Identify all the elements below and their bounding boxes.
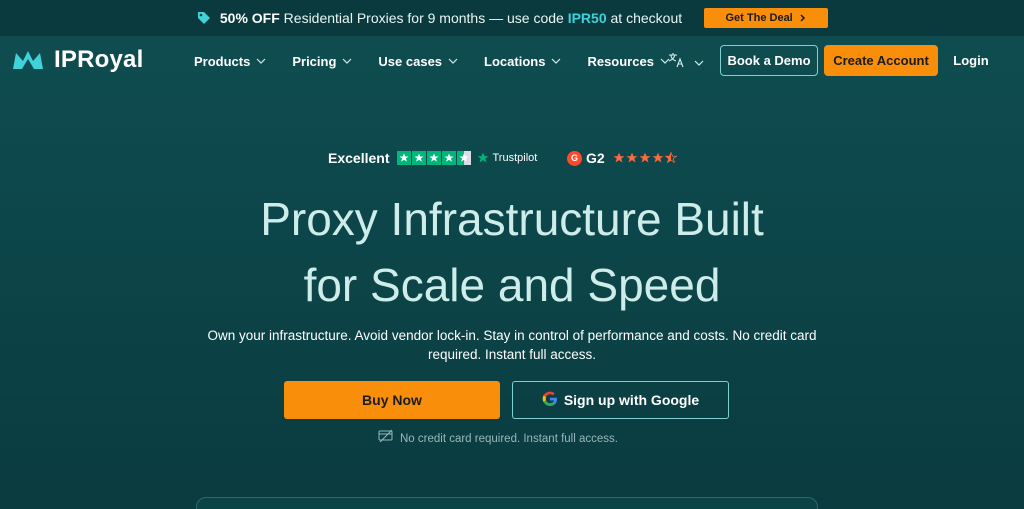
language-selector[interactable] <box>668 52 704 73</box>
half-star-icon <box>664 152 677 164</box>
main-menu: Products Pricing Use cases Locations Res… <box>194 50 696 72</box>
book-a-demo-button[interactable]: Book a Demo <box>720 45 818 76</box>
star-icon <box>639 152 651 163</box>
g2-label: G2 <box>586 150 605 166</box>
chevron-down-icon <box>448 56 458 66</box>
star-icon <box>626 152 638 163</box>
buy-now-button[interactable]: Buy Now <box>284 381 500 419</box>
g2-stars <box>613 152 677 164</box>
menu-item-products[interactable]: Products <box>194 50 266 72</box>
get-the-deal-button[interactable]: Get The Deal <box>704 8 829 28</box>
star-icon <box>397 151 412 165</box>
crown-icon <box>12 49 44 71</box>
star-icon <box>412 151 427 165</box>
promo-text: 50% OFF Residential Proxies for 9 months… <box>219 10 683 26</box>
google-icon <box>542 391 558 410</box>
hero-title: Proxy Infrastructure Built for Scale and… <box>260 193 764 311</box>
login-link[interactable]: Login <box>948 45 994 76</box>
promo-banner: 50% OFF Residential Proxies for 9 months… <box>0 0 1024 36</box>
trustpilot-rating[interactable]: Excellent Trustpilot <box>328 150 537 166</box>
promo-code: IPR50 <box>567 10 607 26</box>
star-icon <box>652 152 664 163</box>
sign-up-with-google-button[interactable]: Sign up with Google <box>512 381 729 419</box>
no-credit-card-note: No credit card required. Instant full ac… <box>378 429 618 448</box>
content-card-preview <box>196 497 818 509</box>
half-star-icon <box>457 151 472 165</box>
menu-item-pricing[interactable]: Pricing <box>292 50 352 72</box>
menu-item-locations[interactable]: Locations <box>484 50 561 72</box>
star-icon <box>427 151 442 165</box>
g2-rating[interactable]: G G2 <box>567 150 677 166</box>
logo[interactable]: IPRoyal <box>12 46 143 74</box>
create-account-button[interactable]: Create Account <box>824 45 938 76</box>
chevron-down-icon <box>342 56 352 66</box>
chevron-down-icon <box>256 56 266 66</box>
star-icon <box>613 152 625 163</box>
no-credit-card-icon <box>378 429 394 448</box>
chevron-right-icon <box>800 14 805 22</box>
g2-logo-icon: G <box>567 150 582 166</box>
trustpilot-logo: Trustpilot <box>477 152 537 164</box>
logo-text: IPRoyal <box>54 46 144 73</box>
chevron-down-icon <box>694 58 704 68</box>
menu-item-use-cases[interactable]: Use cases <box>378 50 458 72</box>
tag-icon <box>196 10 212 26</box>
star-icon <box>442 151 457 165</box>
hero-subtitle: Own your infrastructure. Avoid vendor lo… <box>207 328 817 362</box>
menu-item-resources[interactable]: Resources <box>587 50 670 72</box>
rating-label: Excellent <box>328 150 390 166</box>
trustpilot-stars <box>397 151 472 165</box>
translate-icon <box>668 52 684 73</box>
chevron-down-icon <box>551 56 561 66</box>
trustpilot-star-icon <box>478 152 489 163</box>
